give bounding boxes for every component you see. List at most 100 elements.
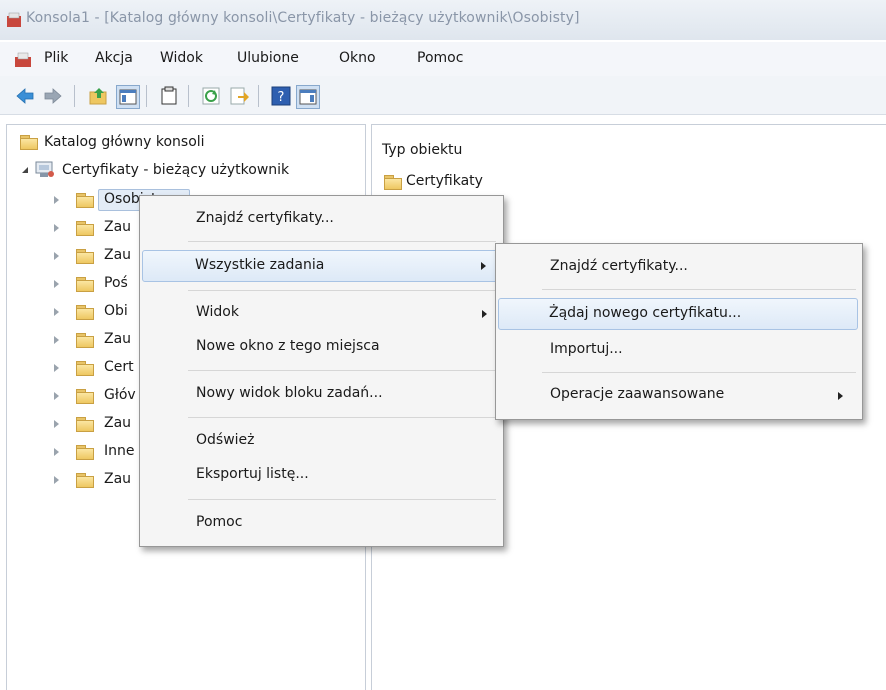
expand-arrow-icon[interactable] xyxy=(54,364,59,372)
tree-item-label: Zau xyxy=(104,415,132,431)
expand-arrow-icon[interactable] xyxy=(54,196,59,204)
tree-item-label: Głóv xyxy=(104,387,136,403)
tree-item-label: Zau xyxy=(104,471,132,487)
mmc-app-icon xyxy=(7,12,21,27)
expand-arrow-icon[interactable] xyxy=(54,224,59,232)
menu-item-znajdz-certyfikaty[interactable]: Znajdź certyfikaty... xyxy=(142,204,499,234)
expand-arrow-icon[interactable] xyxy=(54,336,59,344)
expand-arrow-icon[interactable] xyxy=(54,448,59,456)
submenu-item-operacje-zaawansowane[interactable]: Operacje zaawansowane xyxy=(498,380,858,410)
console-icon[interactable] xyxy=(14,52,32,68)
tree-item-label: Zau xyxy=(104,219,132,235)
up-folder-icon[interactable] xyxy=(88,85,110,107)
window-title: Konsola1 - [Katalog główny konsoli\Certy… xyxy=(26,10,580,26)
menu-akcja[interactable]: Akcja xyxy=(95,50,133,66)
tree-item-label: Poś xyxy=(104,275,128,291)
folder-icon xyxy=(76,333,94,348)
menu-item-label: Pomoc xyxy=(196,514,243,530)
menu-separator xyxy=(542,289,856,290)
tree-item-label: Katalog główny konsoli xyxy=(44,134,205,150)
submenu-item-zadaj-nowego-certyfikatu[interactable]: Żądaj nowego certyfikatu... xyxy=(498,298,858,330)
menu-item-odswiez[interactable]: Odśwież xyxy=(142,426,499,456)
help-icon[interactable]: ? xyxy=(270,85,292,107)
folder-icon xyxy=(76,389,94,404)
menu-item-label: Widok xyxy=(196,304,239,320)
folder-icon xyxy=(76,249,94,264)
certificate-store-icon xyxy=(35,161,54,177)
toolbar-separator xyxy=(146,85,147,107)
menu-item-label: Nowy widok bloku zadań... xyxy=(196,385,383,401)
menu-separator xyxy=(188,417,496,418)
folder-icon xyxy=(76,193,94,208)
menu-item-label: Znajdź certyfikaty... xyxy=(196,210,334,226)
tree-item-label: Cert xyxy=(104,359,134,375)
menu-widok[interactable]: Widok xyxy=(160,50,203,66)
menu-item-label: Żądaj nowego certyfikatu... xyxy=(549,305,742,321)
tree-item-label: Zau xyxy=(104,247,132,263)
menu-ulubione[interactable]: Ulubione xyxy=(237,50,299,66)
back-arrow-icon[interactable] xyxy=(14,85,36,107)
toolbar: ? xyxy=(0,76,886,115)
properties-icon[interactable] xyxy=(158,85,180,107)
menu-bar: Plik Akcja Widok Ulubione Okno Pomoc xyxy=(0,42,886,76)
menu-item-label: Operacje zaawansowane xyxy=(550,386,725,402)
menu-item-label: Odśwież xyxy=(196,432,255,448)
menu-item-label: Znajdź certyfikaty... xyxy=(550,258,688,274)
submenu-item-importuj[interactable]: Importuj... xyxy=(498,335,858,365)
column-header-typ-obiektu[interactable]: Typ obiektu xyxy=(382,142,462,158)
menu-plik[interactable]: Plik xyxy=(44,50,68,66)
expand-arrow-icon[interactable] xyxy=(54,476,59,484)
folder-icon xyxy=(76,305,94,320)
submenu-arrow-icon xyxy=(838,392,843,400)
folder-icon xyxy=(76,473,94,488)
submenu-arrow-icon xyxy=(482,310,487,318)
list-item-label: Certyfikaty xyxy=(406,173,483,189)
menu-separator xyxy=(188,290,496,291)
submenu-wszystkie-zadania: Znajdź certyfikaty... Żądaj nowego certy… xyxy=(495,243,863,420)
expand-arrow-icon[interactable] xyxy=(54,420,59,428)
menu-item-label: Wszystkie zadania xyxy=(195,257,325,273)
tree-item-label: Obi xyxy=(104,303,128,319)
tree-item-label: Certyfikaty - bieżący użytkownik xyxy=(62,162,290,178)
tree-item-label: Inne xyxy=(104,443,135,459)
menu-separator xyxy=(188,241,496,242)
svg-text:?: ? xyxy=(278,90,285,105)
folder-icon xyxy=(76,361,94,376)
expand-arrow-icon[interactable] xyxy=(54,252,59,260)
folder-icon xyxy=(76,221,94,236)
toolbar-separator xyxy=(258,85,259,107)
title-bar: Konsola1 - [Katalog główny konsoli\Certy… xyxy=(0,0,886,40)
menu-item-label: Eksportuj listę... xyxy=(196,466,309,482)
menu-pomoc[interactable]: Pomoc xyxy=(417,50,463,66)
folder-icon xyxy=(76,445,94,460)
menu-item-wszystkie-zadania[interactable]: Wszystkie zadania xyxy=(142,250,499,282)
expand-arrow-icon[interactable] xyxy=(54,308,59,316)
toolbar-separator xyxy=(188,85,189,107)
menu-separator xyxy=(542,372,856,373)
menu-item-widok[interactable]: Widok xyxy=(142,298,499,328)
export-list-icon[interactable] xyxy=(228,85,250,107)
tree-item-label: Zau xyxy=(104,331,132,347)
context-menu: Znajdź certyfikaty... Wszystkie zadania … xyxy=(139,195,504,547)
menu-separator xyxy=(188,370,496,371)
expand-arrow-icon[interactable] xyxy=(54,392,59,400)
menu-separator xyxy=(188,499,496,500)
folder-icon xyxy=(384,175,402,190)
forward-arrow-icon[interactable] xyxy=(42,85,64,107)
refresh-icon[interactable] xyxy=(200,85,222,107)
menu-item-eksportuj-liste[interactable]: Eksportuj listę... xyxy=(142,460,499,490)
expand-arrow-icon[interactable] xyxy=(54,280,59,288)
collapse-arrow-icon[interactable] xyxy=(20,165,30,175)
show-hide-tree-icon[interactable] xyxy=(116,85,140,109)
menu-item-label: Nowe okno z tego miejsca xyxy=(196,338,380,354)
menu-item-label: Importuj... xyxy=(550,341,623,357)
submenu-arrow-icon xyxy=(481,262,486,270)
submenu-item-znajdz-certyfikaty[interactable]: Znajdź certyfikaty... xyxy=(498,252,858,282)
toolbar-separator xyxy=(74,85,75,107)
show-action-pane-icon[interactable] xyxy=(296,85,320,109)
menu-item-pomoc[interactable]: Pomoc xyxy=(142,508,499,538)
folder-icon xyxy=(20,135,38,150)
menu-item-nowe-okno[interactable]: Nowe okno z tego miejsca xyxy=(142,332,499,362)
menu-item-nowy-widok-bloku-zadan[interactable]: Nowy widok bloku zadań... xyxy=(142,379,499,409)
menu-okno[interactable]: Okno xyxy=(339,50,376,66)
